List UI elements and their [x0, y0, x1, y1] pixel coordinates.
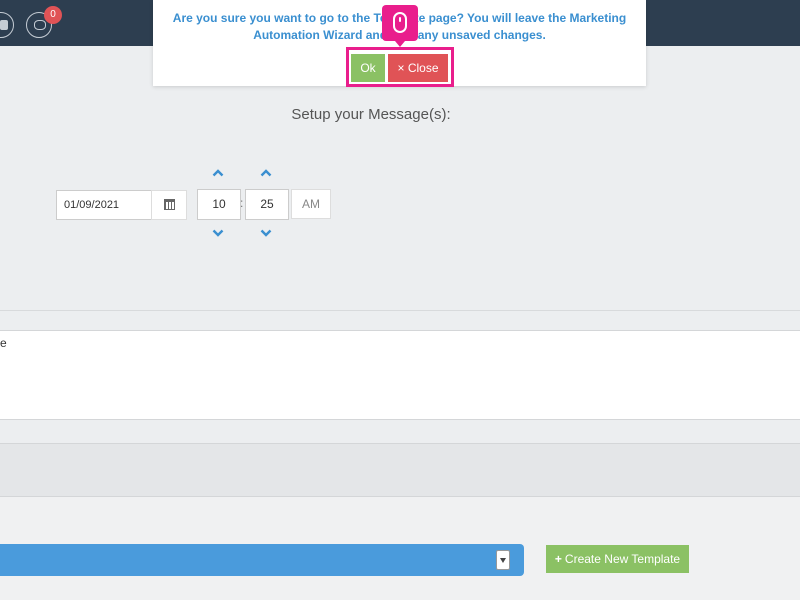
date-input[interactable]: 01/09/2021 — [56, 190, 152, 220]
time-separator: : — [240, 196, 244, 210]
calendar-button[interactable] — [151, 190, 187, 220]
ampm-toggle[interactable]: AM — [291, 189, 331, 219]
minute-up-icon[interactable] — [260, 167, 272, 179]
close-button[interactable]: × Close — [388, 54, 448, 82]
mouse-icon — [393, 12, 407, 33]
hour-down-icon[interactable] — [212, 227, 224, 239]
home-icon[interactable] — [0, 12, 14, 38]
create-template-button[interactable]: + Create New Template — [546, 545, 689, 573]
setup-title: Setup your Message(s): — [291, 106, 451, 123]
close-icon: × — [397, 61, 405, 75]
dialog-button-group: Ok × Close — [346, 47, 454, 87]
ok-button[interactable]: Ok — [351, 54, 385, 82]
minute-input[interactable]: 25 — [245, 189, 289, 220]
message-text: e — [0, 336, 7, 350]
chevron-down-icon[interactable] — [496, 550, 510, 570]
create-template-label: Create New Template — [564, 552, 681, 566]
cursor-marker — [382, 5, 418, 47]
plus-icon: + — [554, 552, 562, 566]
close-button-label: Close — [407, 61, 439, 75]
hour-up-icon[interactable] — [212, 167, 224, 179]
message-text-panel[interactable]: e — [0, 330, 800, 420]
minute-down-icon[interactable] — [260, 227, 272, 239]
hour-input[interactable]: 10 — [197, 189, 241, 220]
template-select[interactable] — [0, 544, 524, 576]
section-band — [0, 443, 800, 497]
section-divider — [0, 310, 800, 311]
calendar-icon — [164, 199, 175, 210]
notification-badge: 0 — [44, 6, 62, 24]
